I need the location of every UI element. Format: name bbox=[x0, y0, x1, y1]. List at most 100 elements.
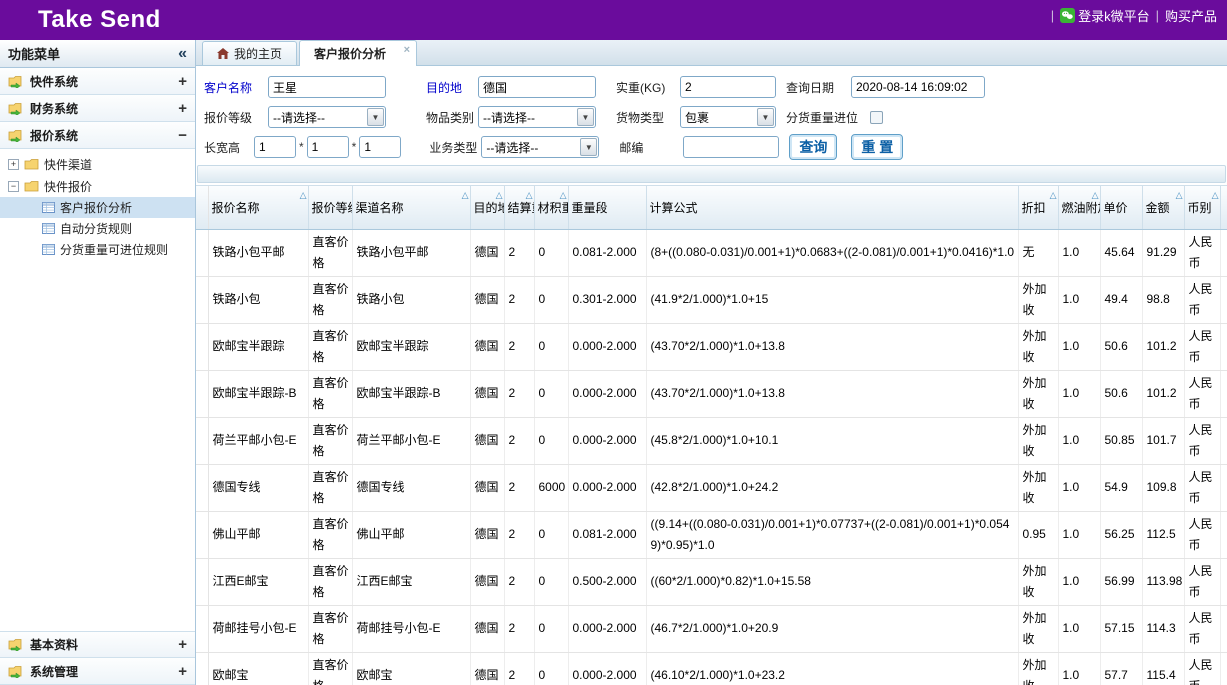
tree-node-express-channel[interactable]: + 快件渠道 bbox=[0, 153, 195, 175]
sort-icon[interactable]: △ bbox=[560, 191, 567, 200]
cell-settle: 2 bbox=[504, 464, 534, 511]
sort-icon[interactable]: △ bbox=[1050, 191, 1057, 200]
search-button[interactable]: 查询 bbox=[789, 134, 837, 160]
sort-icon[interactable]: △ bbox=[526, 191, 533, 200]
cell-amount: 115.4 bbox=[1142, 652, 1184, 685]
tab-home[interactable]: 我的主页 bbox=[202, 41, 297, 65]
business-type-select[interactable]: --请选择-- ▼ bbox=[481, 136, 599, 158]
column-header-label: 渠道名称 bbox=[356, 201, 404, 215]
tree-leaf-sorting-weight-carry-rules[interactable]: 分货重量可进位规则 bbox=[0, 239, 195, 260]
clipped-next-column bbox=[1220, 417, 1227, 464]
channel-link[interactable]: 德国专线 bbox=[352, 464, 470, 511]
cell-vol: 0 bbox=[534, 417, 568, 464]
cell-dest: 德国 bbox=[470, 323, 504, 370]
collapse-sidebar-button[interactable]: « bbox=[178, 46, 187, 62]
quote-results-table: 报价名称△报价等级渠道名称△目的地△结算重△材积重△重量段计算公式折扣△燃油附加… bbox=[196, 186, 1227, 685]
cell-formula: ((60*2/1.000)*0.82)*1.0+15.58 bbox=[646, 558, 1018, 605]
postcode-input[interactable] bbox=[683, 136, 779, 158]
cell-name: 江西E邮宝 bbox=[208, 558, 308, 605]
channel-link[interactable]: 铁路小包 bbox=[352, 276, 470, 323]
sort-icon[interactable]: △ bbox=[1212, 191, 1219, 200]
tree-node-express-quote[interactable]: − 快件报价 bbox=[0, 175, 195, 197]
customer-name-input[interactable] bbox=[268, 76, 386, 98]
cell-discount: 外加收 bbox=[1018, 370, 1058, 417]
cell-fuel: 1.0 bbox=[1058, 464, 1100, 511]
tree-leaf-auto-sorting-rules[interactable]: 自动分货规则 bbox=[0, 218, 195, 239]
cell-settle: 2 bbox=[504, 511, 534, 558]
destination-input[interactable] bbox=[478, 76, 596, 98]
column-header[interactable]: 重量段 bbox=[568, 186, 646, 229]
cell-range: 0.000-2.000 bbox=[568, 370, 646, 417]
cell-unit: 45.64 bbox=[1100, 229, 1142, 276]
chevron-down-icon: ▼ bbox=[367, 108, 384, 126]
channel-link[interactable]: 欧邮宝半跟踪-B bbox=[352, 370, 470, 417]
app-banner: Take Send | 登录k微平台 | 购买产品 bbox=[0, 0, 1227, 40]
query-date-input[interactable] bbox=[851, 76, 985, 98]
column-header[interactable]: 报价等级 bbox=[308, 186, 352, 229]
tree-expander-icon[interactable]: + bbox=[8, 159, 19, 170]
sort-icon[interactable]: △ bbox=[1092, 191, 1099, 200]
cell-settle: 2 bbox=[504, 323, 534, 370]
tree-leaf-customer-quote-analysis[interactable]: 客户报价分析 bbox=[0, 197, 195, 218]
weight-input[interactable] bbox=[680, 76, 776, 98]
sorting-weight-carry-checkbox[interactable] bbox=[870, 111, 883, 124]
sidebar-item-quote-system[interactable]: 报价系统 − bbox=[0, 122, 195, 149]
cell-unit: 50.6 bbox=[1100, 370, 1142, 417]
channel-link[interactable]: 荷兰平邮小包-E bbox=[352, 417, 470, 464]
channel-link[interactable]: 欧邮宝半跟踪 bbox=[352, 323, 470, 370]
column-header[interactable]: 金额 △ bbox=[1142, 186, 1184, 229]
destination-label: 目的地 bbox=[426, 79, 478, 96]
cell-settle: 2 bbox=[504, 370, 534, 417]
column-header[interactable]: 材积重△ bbox=[534, 186, 568, 229]
sidebar-item-basic-data[interactable]: 基本资料 + bbox=[0, 631, 195, 658]
table-row: 铁路小包平邮直客价格铁路小包平邮德国200.081-2.000(8+((0.08… bbox=[196, 229, 1227, 276]
sort-icon[interactable]: △ bbox=[462, 191, 469, 200]
sidebar-item-system-management[interactable]: 系统管理 + bbox=[0, 658, 195, 685]
sidebar-item-finance-system[interactable]: 财务系统 + bbox=[0, 95, 195, 122]
content-area: 我的主页 客户报价分析 × 客户名称 目的地 实重(KG) 查询日期 bbox=[196, 40, 1227, 685]
sort-icon[interactable]: △ bbox=[1176, 191, 1183, 200]
cell-unit: 50.85 bbox=[1100, 417, 1142, 464]
tree-expander-icon[interactable]: − bbox=[8, 181, 19, 192]
sidebar-item-express-system[interactable]: 快件系统 + bbox=[0, 68, 195, 95]
column-header[interactable]: 目的地△ bbox=[470, 186, 504, 229]
cell-vol: 0 bbox=[534, 276, 568, 323]
column-header[interactable]: 结算重△ bbox=[504, 186, 534, 229]
item-category-label: 物品类别 bbox=[426, 109, 478, 126]
quote-level-select[interactable]: --请选择-- ▼ bbox=[268, 106, 386, 128]
channel-link[interactable]: 荷邮挂号小包-E bbox=[352, 605, 470, 652]
channel-link[interactable]: 欧邮宝 bbox=[352, 652, 470, 685]
length-input[interactable] bbox=[254, 136, 296, 158]
table-row: 铁路小包直客价格铁路小包德国200.301-2.000(41.9*2/1.000… bbox=[196, 276, 1227, 323]
column-header[interactable]: 折扣△ bbox=[1018, 186, 1058, 229]
channel-link[interactable]: 江西E邮宝 bbox=[352, 558, 470, 605]
item-category-select[interactable]: --请选择-- ▼ bbox=[478, 106, 596, 128]
tab-customer-quote-analysis[interactable]: 客户报价分析 × bbox=[299, 40, 417, 66]
channel-link[interactable]: 佛山平邮 bbox=[352, 511, 470, 558]
cell-currency: 人民币 bbox=[1184, 464, 1220, 511]
column-header[interactable]: 单价 bbox=[1100, 186, 1142, 229]
cell-range: 0.000-2.000 bbox=[568, 323, 646, 370]
quote-results-table-wrap: 报价名称△报价等级渠道名称△目的地△结算重△材积重△重量段计算公式折扣△燃油附加… bbox=[196, 185, 1227, 685]
cargo-type-select[interactable]: 包裹 ▼ bbox=[680, 106, 776, 128]
column-header[interactable]: 报价名称△ bbox=[208, 186, 308, 229]
column-header-label: 金额 bbox=[1146, 201, 1170, 215]
sort-icon[interactable]: △ bbox=[300, 191, 307, 200]
reset-button[interactable]: 重 置 bbox=[851, 134, 903, 160]
table-row: 欧邮宝半跟踪直客价格欧邮宝半跟踪德国200.000-2.000(43.70*2/… bbox=[196, 323, 1227, 370]
login-wechat-link[interactable]: 登录k微平台 bbox=[1060, 6, 1150, 25]
column-header[interactable]: 币别△ bbox=[1184, 186, 1220, 229]
column-header[interactable]: 渠道名称 △ bbox=[352, 186, 470, 229]
height-input[interactable] bbox=[359, 136, 401, 158]
cell-dest: 德国 bbox=[470, 652, 504, 685]
column-header[interactable]: 计算公式 bbox=[646, 186, 1018, 229]
width-input[interactable] bbox=[307, 136, 349, 158]
sort-icon[interactable]: △ bbox=[496, 191, 503, 200]
column-header[interactable]: 燃油附加△ bbox=[1058, 186, 1100, 229]
cell-fuel: 1.0 bbox=[1058, 323, 1100, 370]
buy-product-link[interactable]: 购买产品 bbox=[1165, 6, 1217, 25]
cell-range: 0.301-2.000 bbox=[568, 276, 646, 323]
channel-link[interactable]: 铁路小包平邮 bbox=[352, 229, 470, 276]
column-header-label: 燃油附加 bbox=[1062, 201, 1101, 215]
close-tab-icon[interactable]: × bbox=[404, 44, 410, 56]
